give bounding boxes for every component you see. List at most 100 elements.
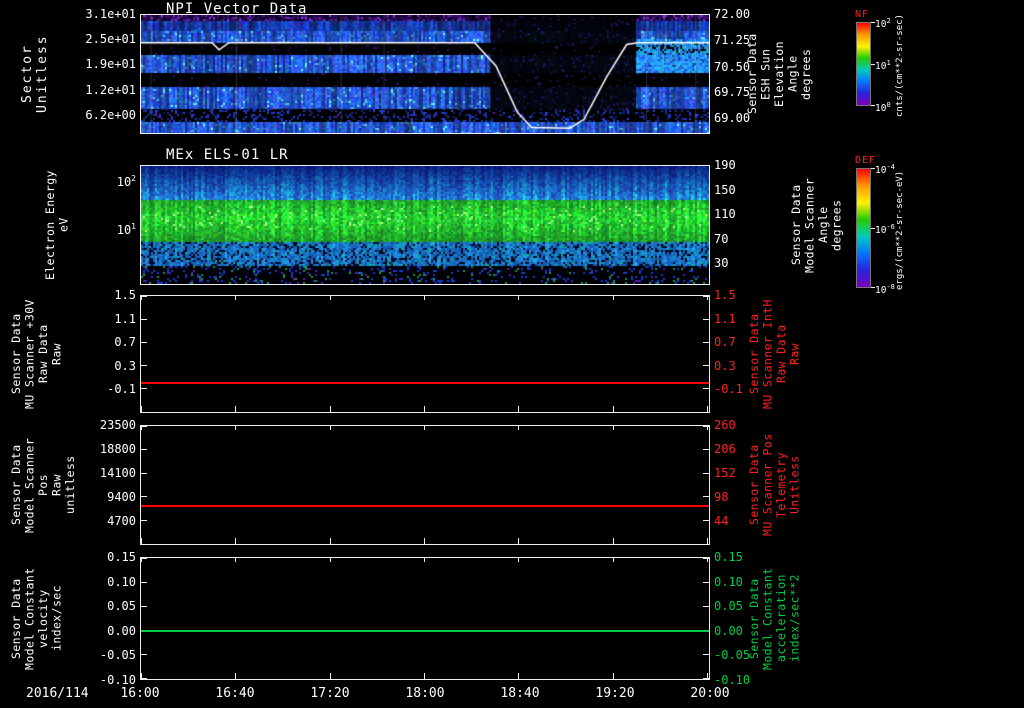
colorbar-unit-def: ergs/(cm**2-sr-sec-eV) (895, 170, 905, 290)
y-tick-mark (141, 520, 147, 521)
panel-plot-els (140, 165, 710, 285)
right-axis-label-mu-scanner: Sensor Data MU Scanner IntH Raw Data Raw (747, 299, 802, 409)
x-tick-mark (330, 538, 331, 544)
y-tick-label-right: 0.05 (714, 599, 743, 614)
y-tick-label-right: 152 (714, 466, 736, 480)
right-axis-label-scanner-pos: Sensor Data MU Scanner Pos Telemetry Uni… (747, 433, 802, 537)
y-tick-mark (703, 520, 709, 521)
x-tick-mark (518, 538, 519, 544)
colorbar-name-nf: NF (855, 9, 870, 20)
y-tick-mark (703, 654, 709, 655)
x-tick-mark (613, 538, 614, 544)
y-tick-label: 102 (116, 174, 136, 190)
y-tick-mark (141, 296, 147, 297)
y-tick-label: 1.5 (114, 288, 136, 302)
y-tick-label-right: 1.5 (714, 288, 736, 302)
y-tick-mark (141, 449, 147, 450)
x-tick-mark (424, 558, 425, 562)
x-tick-mark (235, 296, 236, 300)
y-tick-label: 0.05 (107, 599, 136, 614)
els-spectrogram-canvas (141, 166, 709, 284)
y-tick-mark (703, 342, 709, 343)
y-tick-label: -0.10 (99, 673, 136, 687)
y-tick-mark (703, 582, 709, 583)
y-tick-label-right: 30 (714, 256, 729, 271)
x-tick-label: 19:20 (595, 686, 635, 701)
x-tick-mark (613, 558, 614, 562)
y-tick-label: 0.15 (107, 550, 136, 564)
npi-spectrogram-canvas (141, 15, 709, 133)
colorbar-name-def: DEF (855, 155, 877, 166)
y-tick-label-right: 150 (714, 183, 736, 198)
x-tick-mark (330, 426, 331, 430)
x-tick-label: 16:00 (120, 686, 160, 701)
y-tick-mark (141, 496, 147, 497)
y-tick-label-right: 110 (714, 207, 736, 222)
x-tick-mark (424, 673, 425, 679)
x-tick-mark (613, 406, 614, 412)
y-tick-label: 1.9e+01 (85, 57, 136, 72)
y-tick-label-right: 0.10 (714, 574, 743, 589)
x-tick-mark (613, 673, 614, 679)
x-tick-mark (613, 296, 614, 300)
y-tick-label: 0.3 (114, 358, 136, 373)
x-tick-label: 18:00 (405, 686, 445, 701)
y-tick-label: 0.7 (114, 335, 136, 350)
y-axis-label-npi: Sector Unitless (20, 34, 50, 114)
y-tick-mark (703, 606, 709, 607)
y-tick-mark (703, 296, 709, 297)
y-tick-mark (141, 558, 147, 559)
y-tick-mark (141, 678, 147, 679)
colorbar-def (856, 168, 871, 288)
panel2-title: MEx ELS-01 LR (166, 147, 289, 163)
x-tick-mark (424, 538, 425, 544)
y-axis-label-els: Electron Energy eV (43, 170, 71, 280)
colorbar-tick-label: 102 (875, 17, 891, 31)
y-tick-mark (703, 449, 709, 450)
colorbar-nf (856, 22, 871, 106)
y-tick-label: 3.1e+01 (85, 7, 136, 21)
x-tick-mark (424, 406, 425, 412)
colorbar-tick-label: 101 (875, 59, 891, 73)
y-tick-label: 1.2e+01 (85, 82, 136, 97)
panel-plot-npi (140, 14, 710, 134)
y-tick-mark (703, 678, 709, 679)
data-line-mu-scanner (141, 382, 709, 384)
y-tick-label-right: 0.7 (714, 335, 736, 350)
x-tick-mark (330, 673, 331, 679)
y-tick-mark (703, 319, 709, 320)
y-tick-label: 0.10 (107, 574, 136, 589)
y-tick-mark (703, 426, 709, 427)
x-tick-mark (235, 673, 236, 679)
y-tick-label-right: -0.10 (714, 673, 751, 687)
y-tick-mark (141, 473, 147, 474)
y-tick-label-right: -0.1 (714, 382, 743, 397)
x-tick-mark (141, 538, 142, 544)
y-tick-label: -0.1 (107, 382, 136, 397)
y-tick-mark (141, 365, 147, 366)
x-tick-mark (613, 426, 614, 430)
x-tick-mark (141, 406, 142, 412)
x-tick-mark (518, 296, 519, 300)
colorbar-tick-label: 10-6 (875, 223, 895, 237)
x-tick-mark (235, 426, 236, 430)
y-tick-label-right: 70 (714, 232, 729, 247)
x-tick-mark (235, 558, 236, 562)
panel-plot-mu-scanner (140, 295, 710, 413)
y-tick-mark (703, 496, 709, 497)
y-axis-label-mu-scanner: Sensor Data MU Scanner +30V Raw Data Raw (9, 299, 64, 409)
y-tick-label-right: 0.15 (714, 550, 743, 564)
x-tick-label: 16:40 (215, 686, 255, 701)
x-tick-label: 17:20 (310, 686, 350, 701)
x-tick-mark (518, 558, 519, 562)
x-tick-mark (330, 296, 331, 300)
x-tick-mark (424, 426, 425, 430)
y-tick-label-right: 72.00 (714, 7, 751, 21)
y-axis-label-model-constant: Sensor Data Model Constant velocity inde… (9, 567, 64, 670)
panel-plot-model-constant (140, 557, 710, 680)
x-tick-mark (518, 406, 519, 412)
y-tick-mark (703, 473, 709, 474)
y-tick-mark (141, 342, 147, 343)
y-tick-label-right: 260 (714, 418, 736, 432)
data-line-model-constant (141, 629, 709, 632)
